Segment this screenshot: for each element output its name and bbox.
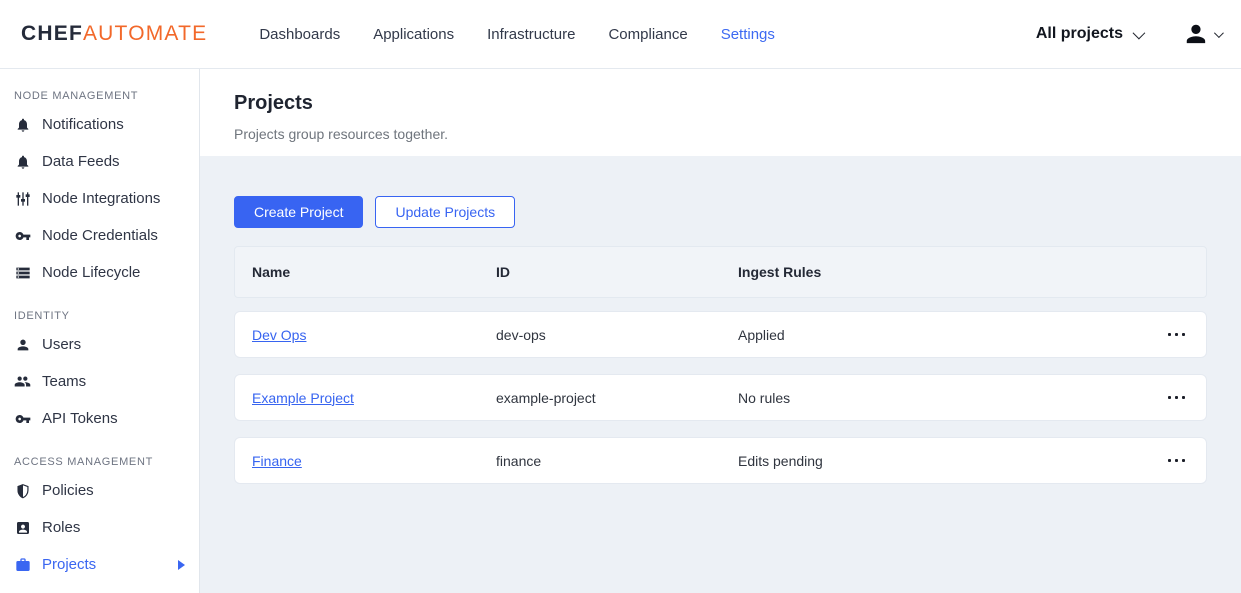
shield-icon — [14, 482, 31, 499]
sidebar-item-node-credentials[interactable]: Node Credentials — [0, 217, 199, 254]
briefcase-icon — [14, 556, 31, 573]
projects-filter-label: All projects — [1036, 25, 1123, 43]
update-projects-button[interactable]: Update Projects — [375, 196, 515, 228]
chef-automate-logo[interactable]: CHEFAUTOMATE — [21, 22, 207, 46]
column-header-id: ID — [496, 264, 738, 280]
sidebar-section-access-management: ACCESS MANAGEMENT Policies — [0, 456, 199, 583]
page-subtitle: Projects group resources together. — [234, 126, 1207, 142]
sidebar-item-users[interactable]: Users — [0, 326, 199, 363]
sidebar-item-policies[interactable]: Policies — [0, 472, 199, 509]
sidebar-item-data-feeds[interactable]: Data Feeds — [0, 143, 199, 180]
nav-compliance[interactable]: Compliance — [608, 26, 687, 43]
bell-icon — [14, 153, 31, 170]
key-icon — [14, 227, 31, 244]
nav-dashboards[interactable]: Dashboards — [259, 26, 340, 43]
section-title-identity: IDENTITY — [0, 310, 199, 322]
sidebar-item-api-tokens[interactable]: API Tokens — [0, 400, 199, 437]
sidebar-item-label: Node Integrations — [42, 190, 160, 207]
table-row-example-project: Example Project example-project No rules — [234, 374, 1207, 421]
sidebar-item-label: Node Credentials — [42, 227, 158, 244]
row-menu-ellipsis-icon[interactable] — [1150, 459, 1206, 463]
ingest-rules-status: Edits pending — [738, 453, 1150, 469]
chef-automate-app: CHEFAUTOMATE Dashboards Applications Inf… — [0, 0, 1241, 593]
user-avatar-icon — [1184, 22, 1208, 46]
sidebar-item-label: Node Lifecycle — [42, 264, 140, 281]
nav-settings[interactable]: Settings — [721, 26, 775, 43]
group-icon — [14, 373, 31, 390]
settings-sidebar: NODE MANAGEMENT Notifications Data Feeds — [0, 69, 200, 593]
row-menu-ellipsis-icon[interactable] — [1150, 333, 1206, 337]
sidebar-item-teams[interactable]: Teams — [0, 363, 199, 400]
sidebar-item-projects[interactable]: Projects — [0, 546, 199, 583]
person-icon — [14, 336, 31, 353]
sidebar-item-label: Teams — [42, 373, 86, 390]
key-icon — [14, 410, 31, 427]
sidebar-section-node-management: NODE MANAGEMENT Notifications Data Feeds — [0, 90, 199, 291]
projects-table-rows: Dev Ops dev-ops Applied Example Project … — [234, 311, 1207, 484]
page-header: Projects Projects group resources togeth… — [200, 69, 1241, 156]
projects-table-header: Name ID Ingest Rules — [234, 246, 1207, 298]
user-menu[interactable] — [1184, 22, 1221, 46]
ingest-rules-status: Applied — [738, 327, 1150, 343]
section-title-access-management: ACCESS MANAGEMENT — [0, 456, 199, 468]
sidebar-item-label: Users — [42, 336, 81, 353]
nav-applications[interactable]: Applications — [373, 26, 454, 43]
sidebar-item-label: Roles — [42, 519, 80, 536]
section-title-node-management: NODE MANAGEMENT — [0, 90, 199, 102]
project-link[interactable]: Finance — [252, 453, 302, 469]
projects-panel: Create Project Update Projects Name ID I… — [200, 156, 1241, 593]
expand-right-arrow-icon[interactable] — [178, 560, 185, 570]
projects-toolbar: Create Project Update Projects — [234, 196, 1207, 228]
sidebar-item-notifications[interactable]: Notifications — [0, 106, 199, 143]
page-title: Projects — [234, 92, 1207, 115]
sidebar-section-identity: IDENTITY Users Teams — [0, 310, 199, 437]
nav-infrastructure[interactable]: Infrastructure — [487, 26, 575, 43]
sidebar-item-label: Policies — [42, 482, 94, 499]
table-row-dev-ops: Dev Ops dev-ops Applied — [234, 311, 1207, 358]
sidebar-item-label: Data Feeds — [42, 153, 120, 170]
badge-icon — [14, 519, 31, 536]
projects-filter-dropdown[interactable]: All projects — [1036, 25, 1142, 43]
list-icon — [14, 264, 31, 281]
sidebar-item-label: API Tokens — [42, 410, 118, 427]
page-body: NODE MANAGEMENT Notifications Data Feeds — [0, 69, 1241, 593]
create-project-button[interactable]: Create Project — [234, 196, 363, 228]
project-id: dev-ops — [496, 327, 738, 343]
sidebar-item-roles[interactable]: Roles — [0, 509, 199, 546]
project-id: finance — [496, 453, 738, 469]
logo-automate-text: AUTOMATE — [83, 22, 207, 46]
column-header-name: Name — [252, 264, 496, 280]
sidebar-item-node-lifecycle[interactable]: Node Lifecycle — [0, 254, 199, 291]
primary-nav: Dashboards Applications Infrastructure C… — [259, 26, 775, 43]
topbar-right-group: All projects — [1036, 22, 1221, 46]
sidebar-item-label: Projects — [42, 556, 96, 573]
table-row-finance: Finance finance Edits pending — [234, 437, 1207, 484]
logo-chef-text: CHEF — [21, 22, 83, 46]
chevron-down-icon — [1214, 28, 1224, 38]
project-link[interactable]: Example Project — [252, 390, 354, 406]
top-navigation-bar: CHEFAUTOMATE Dashboards Applications Inf… — [0, 0, 1241, 69]
main-content: Projects Projects group resources togeth… — [200, 69, 1241, 593]
project-link[interactable]: Dev Ops — [252, 327, 306, 343]
sidebar-item-node-integrations[interactable]: Node Integrations — [0, 180, 199, 217]
chevron-down-icon — [1133, 26, 1146, 39]
sliders-icon — [14, 190, 31, 207]
project-id: example-project — [496, 390, 738, 406]
sidebar-item-label: Notifications — [42, 116, 124, 133]
bell-icon — [14, 116, 31, 133]
column-header-ingest-rules: Ingest Rules — [738, 264, 1150, 280]
ingest-rules-status: No rules — [738, 390, 1150, 406]
row-menu-ellipsis-icon[interactable] — [1150, 396, 1206, 400]
